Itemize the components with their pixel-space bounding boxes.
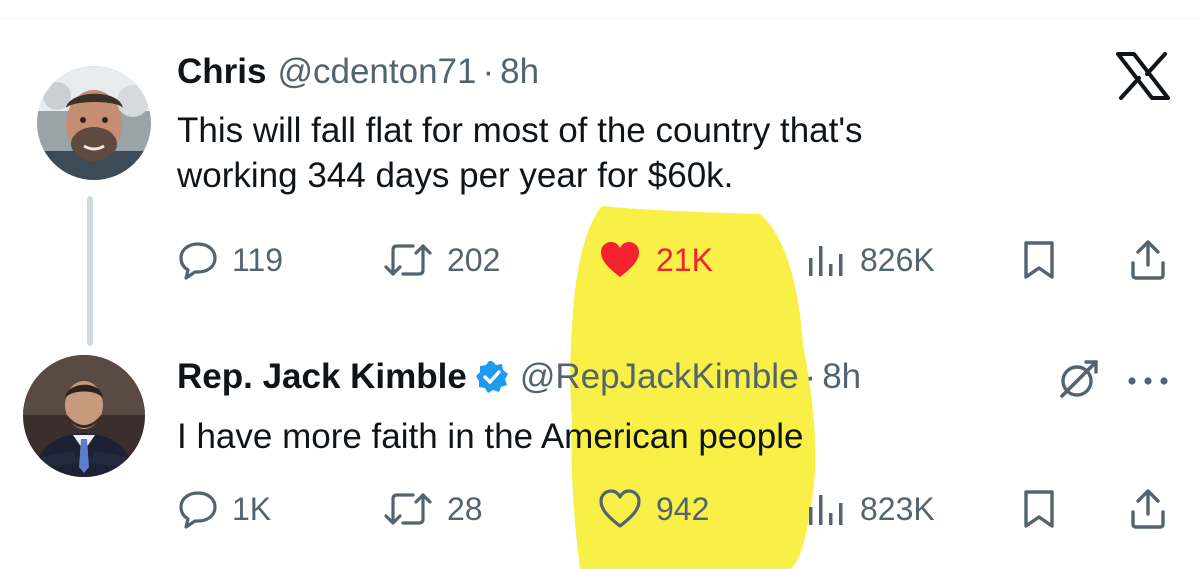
reply-icon [179,491,217,529]
timestamp[interactable]: 8h [500,52,539,92]
bookmark-icon [1024,241,1054,279]
more-icon[interactable] [1127,373,1169,391]
verified-badge-icon[interactable] [475,360,509,394]
bookmark-button[interactable] [1022,484,1056,534]
share-button[interactable] [1129,235,1167,285]
tweet-header: Chris @cdenton71 · 8h [177,52,539,92]
repost-count: 28 [447,490,483,527]
grok-icon[interactable] [1056,356,1102,407]
like-button[interactable]: 21K [598,235,713,285]
reply-icon [179,242,217,280]
repost-count: 202 [447,241,501,278]
view-count: 826K [860,241,935,278]
tweet-header: Rep. Jack Kimble @RepJackKimble · 8h [177,357,861,397]
user-handle[interactable]: @RepJackKimble [520,357,799,397]
heart-icon [601,242,639,277]
tweet-text-line-1: This will fall flat for most of the coun… [177,111,863,150]
tweet-text-line-2: working 344 days per year for $60k. [177,156,734,195]
user-handle[interactable]: @cdenton71 [277,52,476,92]
bookmark-icon [1024,490,1054,528]
views-button[interactable]: 826K [806,235,935,285]
tweet-text: I have more faith in the American people [177,414,803,459]
share-button[interactable] [1129,484,1167,534]
tweet-text: This will fall flat for most of the coun… [177,108,863,198]
like-count: 942 [656,490,710,527]
bookmark-button[interactable] [1022,235,1056,285]
like-count: 21K [656,241,713,278]
avatar-chris[interactable] [37,66,151,180]
repost-button[interactable]: 202 [383,235,500,285]
heart-icon [599,489,641,528]
repost-icon [384,493,432,525]
action-bar: 119 202 21K 826K [0,235,1200,285]
reply-count: 119 [232,241,284,278]
reply-button[interactable]: 119 [178,235,283,285]
action-bar: 1K 28 942 823K [0,484,1200,534]
avatar-repjackkimble[interactable] [23,355,145,477]
views-button[interactable]: 823K [806,484,935,534]
display-name[interactable]: Chris [177,52,266,92]
like-button[interactable]: 942 [598,484,709,534]
views-icon [809,246,843,276]
repost-icon [384,244,432,276]
display-name[interactable]: Rep. Jack Kimble [177,357,467,397]
x-logo-icon[interactable] [1116,52,1170,105]
repost-button[interactable]: 28 [383,484,483,534]
views-icon [809,495,843,525]
tweet-text-line-1: I have more faith in the American people [177,417,804,456]
separator-dot: · [804,357,817,396]
top-divider [0,18,1200,19]
share-icon [1131,489,1165,529]
reply-button[interactable]: 1K [178,484,271,534]
share-icon [1131,240,1165,280]
separator-dot: · [482,52,495,91]
view-count: 823K [860,490,935,527]
reply-count: 1K [232,490,272,527]
timestamp[interactable]: 8h [822,357,861,397]
